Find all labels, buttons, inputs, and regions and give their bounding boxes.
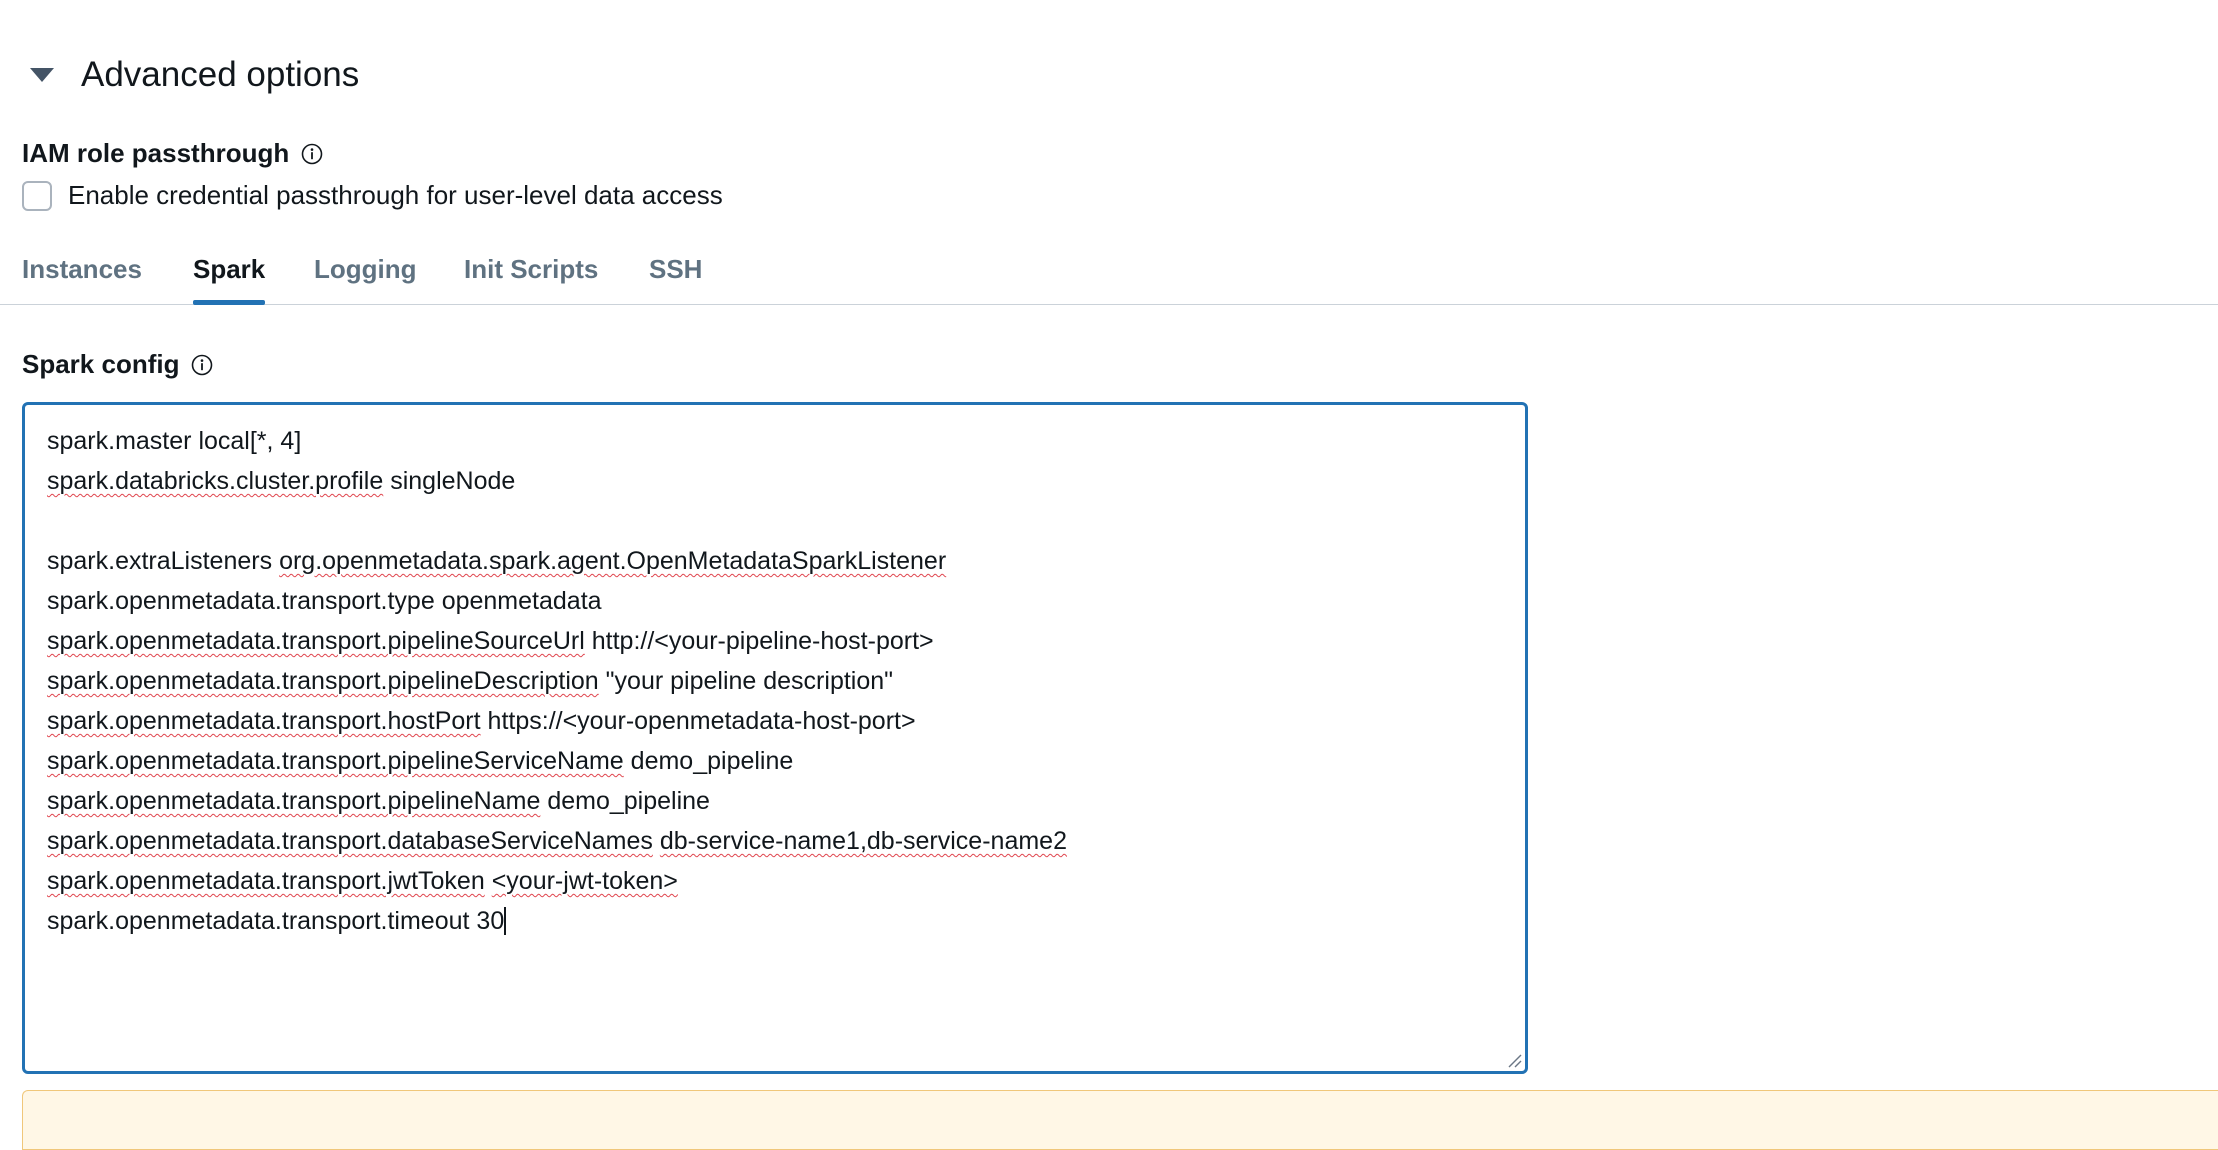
config-line: spark.extraListeners org.openmetadata.sp…	[47, 541, 1503, 581]
config-tabs: Instances Spark Logging Init Scripts SSH	[0, 254, 2218, 305]
config-line: spark.databricks.cluster.profile singleN…	[47, 461, 1503, 501]
tab-spark[interactable]: Spark	[193, 254, 266, 305]
config-key: spark.openmetadata.transport.timeout	[47, 907, 470, 935]
config-key: spark.openmetadata.transport.pipelineDes…	[47, 667, 599, 695]
config-line: spark.openmetadata.transport.databaseSer…	[47, 821, 1503, 861]
config-line: spark.openmetadata.transport.pipelineSer…	[47, 741, 1503, 781]
config-key: spark.openmetadata.transport.jwtToken	[47, 867, 485, 895]
config-line: spark.openmetadata.transport.pipelineNam…	[47, 781, 1503, 821]
config-line: spark.openmetadata.transport.type openme…	[47, 581, 1503, 621]
config-value: http://<your-pipeline-host-port>	[591, 627, 934, 655]
tab-ssh[interactable]: SSH	[649, 254, 702, 304]
tab-init-scripts[interactable]: Init Scripts	[464, 254, 598, 304]
credential-passthrough-checkbox[interactable]	[22, 180, 52, 211]
iam-role-passthrough-label: IAM role passthrough	[22, 138, 323, 169]
credential-passthrough-row[interactable]: Enable credential passthrough for user-l…	[22, 180, 723, 211]
config-key: spark.openmetadata.transport.pipelineSou…	[47, 627, 585, 655]
config-value: demo_pipeline	[547, 787, 710, 815]
config-value: openmetadata	[441, 587, 602, 615]
config-line: spark.openmetadata.transport.jwtToken <y…	[47, 861, 1503, 901]
config-key: spark.openmetadata.transport.databaseSer…	[47, 827, 653, 855]
warning-banner	[22, 1090, 2218, 1150]
text-cursor	[504, 907, 507, 935]
config-line: spark.openmetadata.transport.pipelineDes…	[47, 661, 1503, 701]
credential-passthrough-label: Enable credential passthrough for user-l…	[68, 180, 723, 210]
config-value: db-service-name1,db-service-name2	[659, 827, 1067, 855]
config-key: spark.databricks.cluster.profile	[47, 467, 384, 495]
iam-role-passthrough-text: IAM role passthrough	[22, 138, 290, 168]
config-line: spark.openmetadata.transport.hostPort ht…	[47, 701, 1503, 741]
config-key: spark.openmetadata.transport.pipelineSer…	[47, 747, 624, 775]
config-line: spark.openmetadata.transport.timeout 30	[47, 901, 1503, 941]
config-line: spark.master local[*, 4]	[47, 421, 1503, 461]
config-value: demo_pipeline	[630, 747, 794, 775]
advanced-options-toggle[interactable]: Advanced options	[30, 55, 359, 95]
config-key: spark.openmetadata.transport.pipelineNam…	[47, 787, 541, 815]
caret-down-icon	[30, 68, 54, 82]
config-value: "your pipeline description"	[605, 667, 894, 695]
info-icon[interactable]	[191, 354, 213, 376]
config-key: spark.openmetadata.transport.type	[47, 587, 435, 615]
spark-config-content: spark.master local[*, 4] spark.databricks…	[47, 421, 1503, 941]
config-key: spark.extraListeners	[47, 547, 273, 575]
config-value: <your-jwt-token>	[491, 867, 678, 895]
config-value: singleNode	[390, 467, 516, 495]
tab-instances[interactable]: Instances	[22, 254, 142, 304]
spark-config-textarea[interactable]: spark.master local[*, 4] spark.databricks…	[22, 402, 1528, 1074]
config-key: spark.master	[47, 427, 192, 455]
config-value: org.openmetadata.spark.agent.OpenMetadat…	[279, 547, 947, 575]
config-key: spark.openmetadata.transport.hostPort	[47, 707, 481, 735]
resize-handle-icon[interactable]	[1506, 1052, 1522, 1068]
config-line: spark.openmetadata.transport.pipelineSou…	[47, 621, 1503, 661]
advanced-options-title: Advanced options	[81, 55, 360, 94]
tab-logging[interactable]: Logging	[314, 254, 417, 304]
config-value: 30	[476, 907, 505, 935]
spark-config-label: Spark config	[22, 349, 213, 380]
config-value: https://<your-openmetadata-host-port>	[487, 707, 916, 735]
config-value: local[*, 4]	[198, 427, 302, 455]
spark-config-text: Spark config	[22, 349, 180, 379]
info-icon[interactable]	[301, 143, 323, 165]
config-line	[47, 501, 1503, 541]
